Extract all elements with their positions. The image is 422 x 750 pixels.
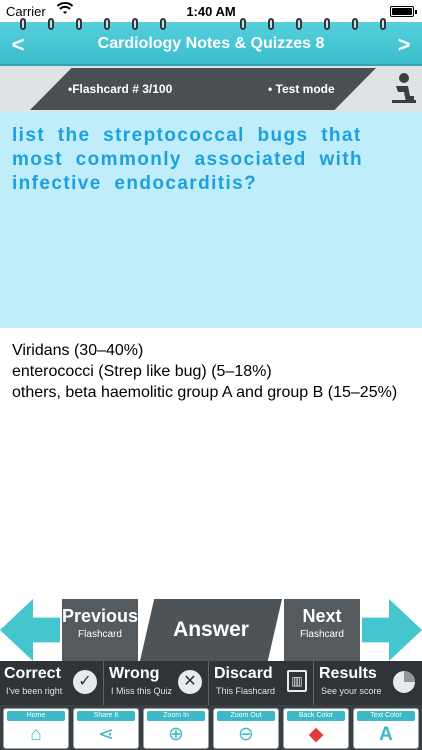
info-bar: •Flashcard # 3/100 • Test mode xyxy=(0,66,422,112)
text-color-button[interactable]: Text Color A xyxy=(353,708,419,749)
answer-button[interactable]: Answer xyxy=(140,599,282,661)
text-color-icon: A xyxy=(379,724,393,745)
correct-sub-label: I've been right xyxy=(6,686,63,696)
arrow-left-icon[interactable] xyxy=(0,599,60,661)
share-label: Share It xyxy=(77,711,135,721)
next-sub-label: Flashcard xyxy=(300,629,344,640)
next-arrow-button[interactable]: > xyxy=(390,30,418,60)
results-sub-label: See your score xyxy=(321,686,382,696)
discard-sub-label: This Flashcard xyxy=(216,686,276,696)
back-color-button[interactable]: Back Color ◆ xyxy=(283,708,349,749)
wrong-label: Wrong xyxy=(109,665,160,682)
page-title: Cardiology Notes & Quizzes 8 xyxy=(97,35,325,52)
results-button[interactable]: Results See your score xyxy=(315,661,422,705)
correct-label: Correct xyxy=(4,665,61,682)
clock: 1:40 AM xyxy=(186,4,236,19)
binder-ring xyxy=(20,18,26,30)
flashcard-navigation: Previous Flashcard Answer Next Flashcard xyxy=(0,599,422,661)
arrow-right-icon[interactable] xyxy=(362,599,422,661)
share-icon: ⋖ xyxy=(98,724,114,745)
zoom-out-button[interactable]: Zoom Out ⊖ xyxy=(213,708,279,749)
answer-line: enterococci (Strep like bug) (5–18%) xyxy=(12,363,272,380)
previous-label: Previous xyxy=(62,606,139,626)
wrong-button[interactable]: Wrong I Miss this Quiz ✕ xyxy=(105,661,209,705)
binder-ring xyxy=(104,18,110,30)
flashcard-counter: •Flashcard # 3/100 xyxy=(68,82,173,96)
check-icon: ✓ xyxy=(73,670,97,694)
next-label: Next xyxy=(302,606,342,626)
battery-level xyxy=(392,8,412,15)
answer-line: Viridans (30–40%) xyxy=(12,342,144,359)
binder-ring xyxy=(132,18,138,30)
share-button[interactable]: Share It ⋖ xyxy=(73,708,139,749)
wrong-sub-label: I Miss this Quiz xyxy=(111,686,173,696)
binder-rings xyxy=(0,18,422,30)
results-label: Results xyxy=(319,665,377,682)
question-text: list the streptococcal bugs that most co… xyxy=(12,125,364,194)
binder-ring xyxy=(324,18,330,30)
home-label: Home xyxy=(7,711,65,721)
title-bar: < Cardiology Notes & Quizzes 8 > xyxy=(0,18,422,66)
prev-arrow-button[interactable]: < xyxy=(4,30,32,60)
previous-flashcard-button[interactable]: Previous Flashcard xyxy=(62,599,138,661)
binder-ring xyxy=(268,18,274,30)
discard-label: Discard xyxy=(214,665,273,682)
back-color-label: Back Color xyxy=(287,711,345,721)
binder-ring xyxy=(48,18,54,30)
home-icon: ⌂ xyxy=(30,724,42,745)
correct-button[interactable]: Correct I've been right ✓ xyxy=(0,661,104,705)
bottom-toolbar: Home ⌂ Share It ⋖ Zoom In ⊕ Zoom Out ⊖ B… xyxy=(0,705,422,750)
zoom-out-label: Zoom Out xyxy=(217,711,275,721)
answer-line: others, beta haemolitic group A and grou… xyxy=(12,384,398,401)
test-mode-label: • Test mode xyxy=(268,82,335,96)
next-flashcard-button[interactable]: Next Flashcard xyxy=(284,599,360,661)
paint-bucket-icon: ◆ xyxy=(308,724,324,745)
zoom-in-icon: ⊕ xyxy=(168,724,184,745)
binder-ring xyxy=(352,18,358,30)
previous-sub-label: Flashcard xyxy=(78,629,122,640)
question-card: list the streptococcal bugs that most co… xyxy=(0,112,422,328)
binder-ring xyxy=(380,18,386,30)
binder-ring xyxy=(240,18,246,30)
reader-icon[interactable] xyxy=(390,72,418,106)
home-button[interactable]: Home ⌂ xyxy=(3,708,69,749)
binder-ring xyxy=(296,18,302,30)
trash-icon: ▥ xyxy=(287,670,307,692)
score-buttons: Correct I've been right ✓ Wrong I Miss t… xyxy=(0,661,422,705)
binder-ring xyxy=(160,18,166,30)
discard-button[interactable]: Discard This Flashcard ▥ xyxy=(210,661,314,705)
binder-ring xyxy=(76,18,82,30)
text-color-label: Text Color xyxy=(357,711,415,721)
zoom-out-icon: ⊖ xyxy=(238,724,254,745)
zoom-in-label: Zoom In xyxy=(147,711,205,721)
pie-chart-icon xyxy=(393,671,415,693)
zoom-in-button[interactable]: Zoom In ⊕ xyxy=(143,708,209,749)
x-icon: ✕ xyxy=(178,670,202,694)
battery-icon xyxy=(390,6,417,17)
answer-text: Viridans (30–40%) enterococci (Strep lik… xyxy=(12,340,416,403)
